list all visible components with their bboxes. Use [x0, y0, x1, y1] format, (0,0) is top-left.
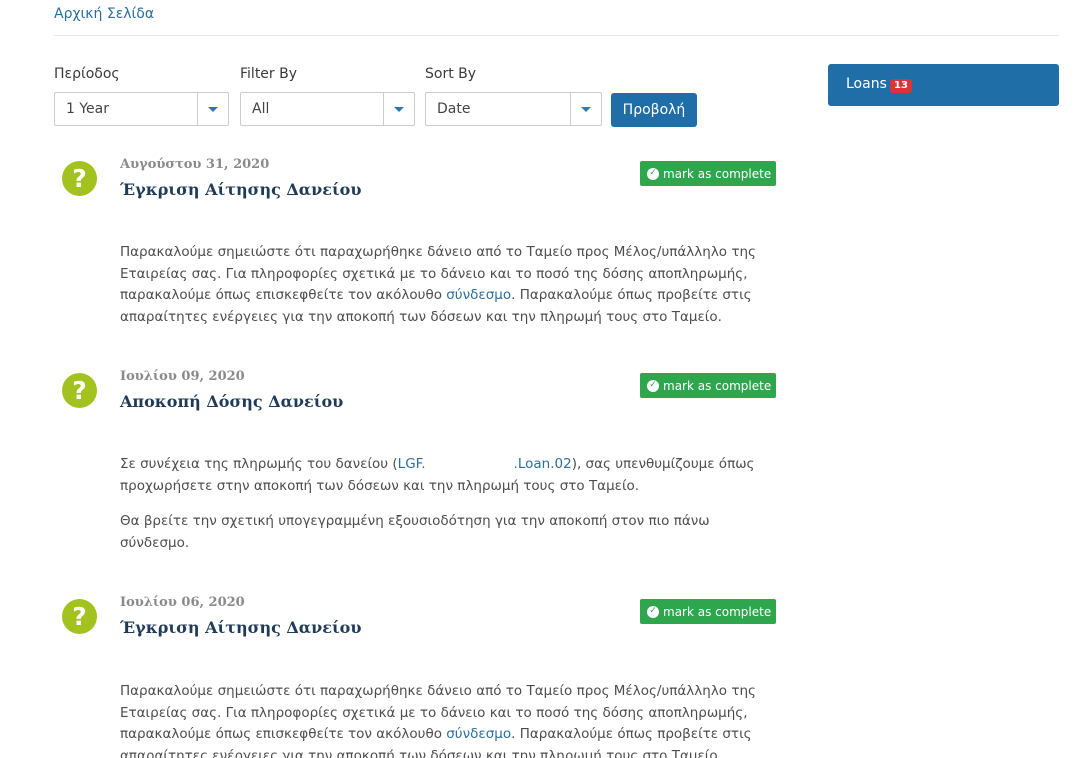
question-icon: ?	[62, 599, 97, 634]
question-icon: ?	[62, 373, 97, 408]
filter-by-label: Filter By	[240, 66, 298, 82]
mark-complete-button[interactable]: ✓ mark as complete	[640, 599, 776, 624]
item-body: Σε συνέχεια της πληρωμής του δανείου (LG…	[120, 454, 770, 554]
page: Αρχική Σελίδα Περίοδος 1 Year Filter By …	[0, 0, 1075, 758]
item-title: Αποκοπή Δόσης Δανείου	[120, 392, 344, 411]
item-date: Αυγούστου 31, 2020	[120, 157, 270, 172]
period-select[interactable]: 1 Year	[54, 92, 229, 126]
body-link[interactable]: σύνδεσμο	[446, 726, 511, 742]
item-body: Παρακαλούμε σημειώστε ότι παραχωρήθηκε δ…	[120, 681, 770, 758]
sort-by-label: Sort By	[425, 66, 477, 82]
period-value: 1 Year	[66, 101, 109, 117]
filter-by-filter: Filter By All	[240, 66, 415, 126]
body-link[interactable]: σύνδεσμο	[446, 287, 511, 303]
loan-link-suffix[interactable]: .Loan.02	[514, 456, 572, 472]
filter-by-select[interactable]: All	[240, 92, 415, 126]
chevron-down-icon[interactable]	[197, 93, 228, 125]
item-title: Έγκριση Αίτησης Δανείου	[120, 618, 362, 637]
mark-complete-label: mark as complete	[663, 378, 772, 393]
check-circle-icon: ✓	[647, 167, 659, 180]
period-label: Περίοδος	[54, 66, 120, 82]
chevron-down-icon[interactable]	[570, 93, 601, 125]
period-filter: Περίοδος 1 Year	[54, 66, 229, 126]
mark-complete-label: mark as complete	[663, 166, 772, 181]
sort-by-select[interactable]: Date	[425, 92, 602, 126]
filter-by-value: All	[252, 101, 270, 117]
item-title: Έγκριση Αίτησης Δανείου	[120, 180, 362, 199]
loans-label: Loans	[846, 76, 887, 92]
mark-complete-button[interactable]: ✓ mark as complete	[640, 373, 776, 398]
sort-by-filter: Sort By Date	[425, 66, 602, 126]
loans-button[interactable]: Loans 13	[828, 64, 1059, 106]
breadcrumb-home-link[interactable]: Αρχική Σελίδα	[54, 6, 154, 22]
header-divider	[54, 35, 1059, 36]
check-circle-icon: ✓	[647, 379, 659, 392]
item-date: Ιουλίου 09, 2020	[120, 369, 245, 384]
loan-link-prefix[interactable]: LGF.	[398, 456, 426, 472]
mark-complete-label: mark as complete	[663, 604, 772, 619]
body-text-second: Θα βρείτε την σχετική υπογεγραμμένη εξου…	[120, 513, 710, 551]
item-date: Ιουλίου 06, 2020	[120, 595, 245, 610]
item-body: Παρακαλούμε σημειώστε ότι παραχωρήθηκε δ…	[120, 242, 770, 328]
mark-complete-button[interactable]: ✓ mark as complete	[640, 161, 776, 186]
chevron-down-icon[interactable]	[383, 93, 414, 125]
sort-by-value: Date	[437, 101, 471, 117]
check-circle-icon: ✓	[647, 605, 659, 618]
body-text: Σε συνέχεια της πληρωμής του δανείου (	[120, 456, 398, 472]
view-button[interactable]: Προβολή	[611, 93, 697, 127]
loans-count-badge: 13	[890, 79, 912, 93]
question-icon: ?	[62, 161, 97, 196]
